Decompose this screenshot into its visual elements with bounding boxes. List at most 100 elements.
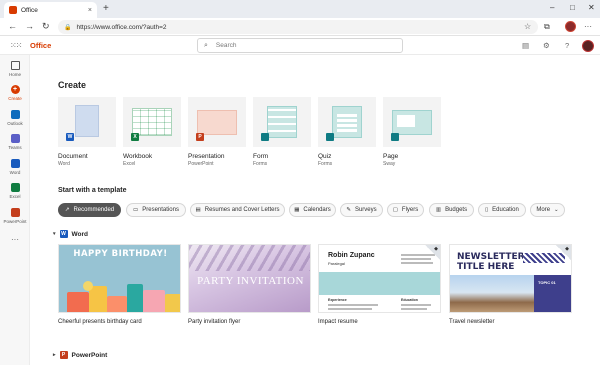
teams-icon [10,134,20,143]
favorite-star-icon[interactable]: ☆ [524,20,531,34]
card-app: Excel [123,161,136,167]
lock-icon: 🔒 [64,24,72,31]
template-art-subtitle: Paralegal [328,261,345,266]
budget-chart-icon: ▥ [435,207,442,213]
more-apps-icon[interactable]: ··· [0,235,30,244]
outlook-icon [10,110,20,119]
template-art-text: NEWSLETTER TITLE HERE [457,252,525,272]
help-icon[interactable]: ? [565,41,569,51]
rail-label: Excel [9,194,21,199]
workbook-thumbnail: X [123,97,181,147]
filter-resumes[interactable]: ▤ Resumes and Cover Letters [190,203,285,217]
close-tab-icon[interactable]: × [88,7,92,14]
forward-button[interactable]: → [25,20,34,33]
filter-label: More [536,207,551,213]
url-text[interactable]: https://www.office.com/?auth=2 [76,24,166,31]
template-thumbnail: NEWSLETTER TITLE HERE TOPIC 01 ◆ [449,244,572,313]
user-avatar[interactable] [582,40,594,52]
rail-item-outlook[interactable]: Outlook [0,110,30,126]
word-icon: W [66,133,74,141]
refresh-button[interactable]: ↻ [42,20,50,33]
address-bar[interactable]: 🔒 https://www.office.com/?auth=2 [58,20,538,34]
feed-icon[interactable]: ▤ [522,41,529,51]
filter-label: Flyers [401,207,419,213]
template-card-resume[interactable]: Robin Zupanc Paralegal Experience Educat… [318,244,441,325]
home-icon [10,61,20,70]
survey-icon: ✎ [346,207,351,213]
browser-menu-icon[interactable]: ··· [584,20,592,34]
word-section-header[interactable]: ▾ W Word [53,230,88,238]
rail-item-create[interactable]: + Create [0,85,30,101]
template-art-text: PARTY INVITATION [197,275,304,287]
rail-label: Outlook [7,121,23,126]
calendar-icon: ▦ [294,207,300,213]
office-brand[interactable]: Office [30,41,51,51]
filter-calendars[interactable]: ▦ Calendars [289,203,336,217]
filter-surveys[interactable]: ✎ Surveys [340,203,383,217]
rail-item-teams[interactable]: Teams [0,134,30,150]
rail-label: Word [9,170,21,175]
create-icon: + [10,85,20,94]
filter-more[interactable]: More ⌄ [530,203,565,217]
settings-gear-icon[interactable]: ⚙ [543,41,550,51]
minimize-window-button[interactable]: – [550,2,554,14]
close-window-button[interactable]: ✕ [588,2,595,14]
card-app: Word [58,161,70,167]
rail-item-home[interactable]: Home [0,61,30,77]
excel-icon: X [131,133,139,141]
search-input[interactable]: ⌕ Search [197,38,403,53]
template-heading: Start with a template [58,187,127,194]
word-icon [10,159,20,168]
search-placeholder: Search [215,42,237,49]
create-document-card[interactable]: W Document Word [58,97,116,167]
back-button[interactable]: ← [8,20,17,33]
powerpoint-section-header[interactable]: ▸ P PowerPoint [53,351,107,359]
new-tab-button[interactable]: + [103,3,109,15]
presentation-icon: ▭ [133,207,139,213]
filter-budgets[interactable]: ▥ Budgets [429,203,474,217]
maximize-window-button[interactable]: □ [570,2,575,14]
filter-presentations[interactable]: ▭ Presentations [126,203,186,217]
rail-label: Create [8,96,22,101]
template-art-label: TOPIC 01 [538,280,556,285]
rail-item-word[interactable]: Word [0,159,30,175]
filter-label: Presentations [142,207,179,213]
create-presentation-card[interactable]: P Presentation PowerPoint [188,97,246,167]
office-header: ⁙⁙ Office ⌕ Search ▤ ⚙ ? [0,37,600,55]
filter-flyers[interactable]: ▢ Flyers [387,203,424,217]
rail-item-excel[interactable]: Excel [0,183,30,199]
create-heading: Create [58,80,87,90]
rail-item-powerpoint[interactable]: PowerPoint [0,208,30,224]
forms-icon [326,133,334,141]
section-title: Word [71,230,89,238]
flyer-icon: ▢ [392,207,398,213]
card-app: PowerPoint [188,161,214,167]
browser-tab[interactable]: Office × [4,2,97,18]
word-icon: W [59,230,68,238]
create-form-card[interactable]: Form Forms [253,97,311,167]
create-quiz-card[interactable]: Quiz Forms [318,97,376,167]
template-card-newsletter[interactable]: NEWSLETTER TITLE HERE TOPIC 01 ◆ Travel … [449,244,572,325]
education-icon: ▯ [485,207,489,213]
page-thumbnail [383,97,441,147]
powerpoint-icon: P [59,351,68,359]
chevron-right-icon: ▸ [53,352,56,358]
filter-education[interactable]: ▯ Education [478,203,526,217]
template-art-label: Education [401,298,418,302]
filter-label: Budgets [445,207,468,213]
browser-profile-avatar[interactable] [565,21,576,32]
resume-icon: ▤ [195,207,201,213]
app-launcher-icon[interactable]: ⁙⁙ [10,41,22,51]
template-card-party[interactable]: PARTY INVITATION Party invitation flyer [188,244,311,325]
create-workbook-card[interactable]: X Workbook Excel [123,97,181,167]
card-app: Forms [253,161,268,167]
filter-recommended[interactable]: ↗ Recommended [58,203,121,217]
template-card-birthday[interactable]: HAPPY BIRTHDAY! Cheerful presents birthd… [58,244,181,325]
powerpoint-icon [10,208,20,217]
collections-icon[interactable]: ⧉ [544,20,550,34]
card-title: Quiz [318,153,332,160]
forms-icon [261,133,269,141]
card-title: Workbook [123,153,153,160]
create-page-card[interactable]: Page Sway [383,97,441,167]
main-content: Create W Document Word X Workbook Excel … [31,56,600,365]
